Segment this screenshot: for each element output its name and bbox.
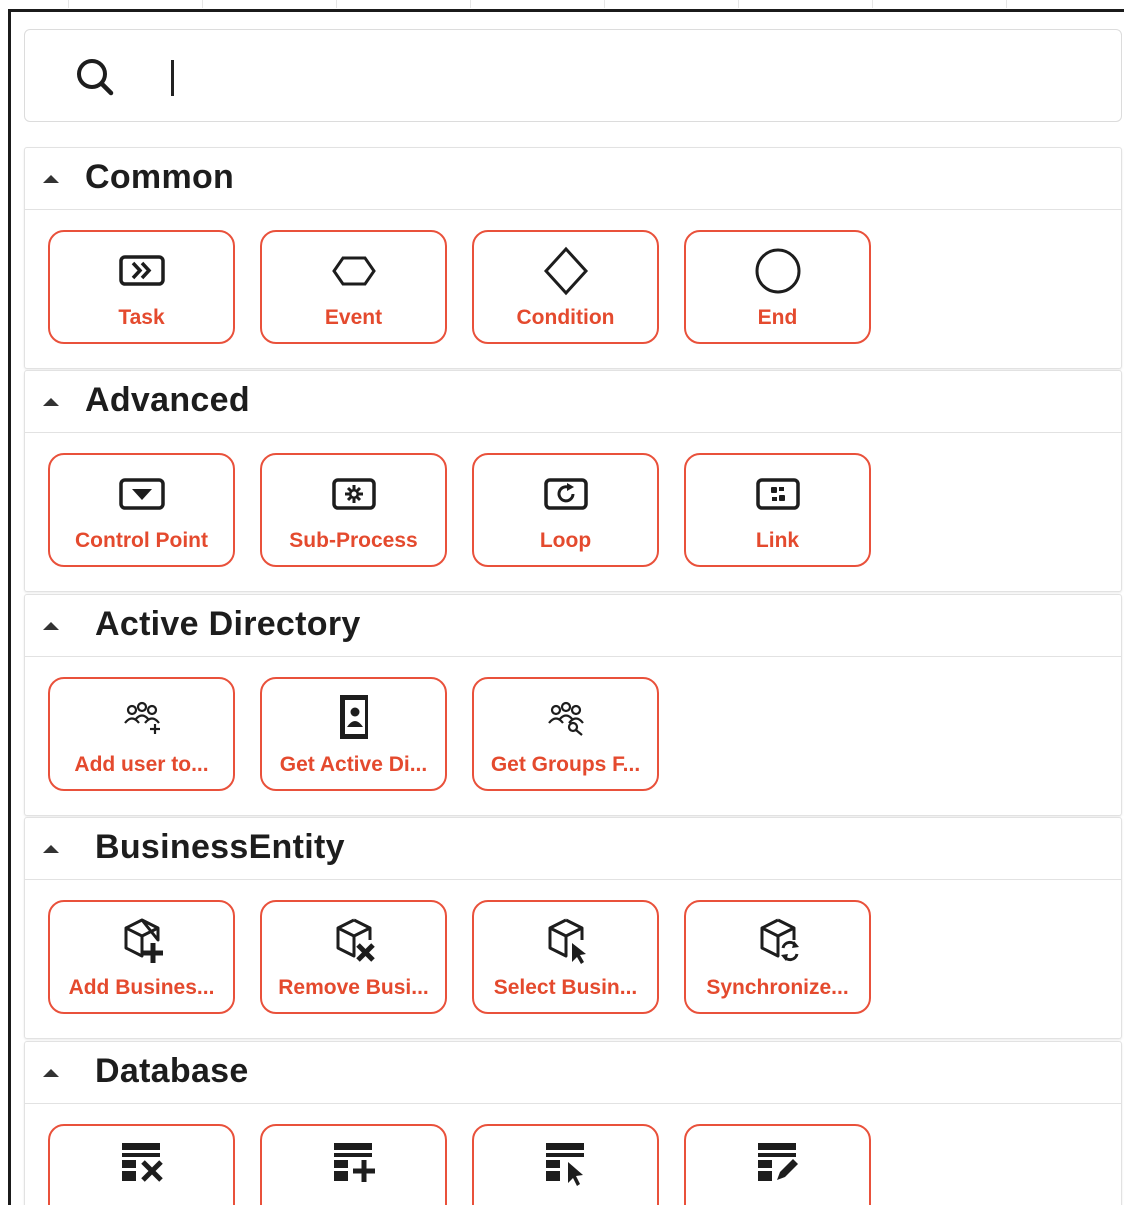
section-header-active-directory[interactable]: Active Directory: [25, 595, 1121, 657]
table-delete-icon: [117, 1140, 167, 1190]
collapse-caret-icon: [43, 845, 59, 853]
tile-label: Synchronize...: [706, 976, 849, 999]
search-group-icon: [541, 693, 591, 743]
tile-label: Control Point: [75, 529, 208, 552]
table-update-icon: [753, 1140, 803, 1190]
search-input[interactable]: [185, 50, 1085, 102]
cube-select-icon: [541, 916, 591, 966]
text-caret: [171, 60, 174, 96]
table-select-icon: [541, 1140, 591, 1190]
tile-label: Get Active Di...: [279, 753, 428, 776]
section-header-database[interactable]: Database: [25, 1042, 1121, 1104]
tile-select-rows[interactable]: [472, 1124, 659, 1205]
task-icon: [117, 246, 167, 296]
link-icon: [753, 469, 803, 519]
cube-add-icon: [117, 916, 167, 966]
section-header-advanced[interactable]: Advanced: [25, 371, 1121, 433]
tile-end[interactable]: End: [684, 230, 871, 344]
tile-label: Add user to...: [74, 753, 209, 776]
collapse-caret-icon: [43, 622, 59, 630]
search-box[interactable]: [24, 29, 1122, 122]
collapse-caret-icon: [43, 1069, 59, 1077]
cube-sync-icon: [753, 916, 803, 966]
tile-get-groups[interactable]: Get Groups F...: [472, 677, 659, 791]
tile-add-user-to-group[interactable]: Add user to...: [48, 677, 235, 791]
tile-label: End: [757, 306, 798, 329]
section-title: Advanced: [85, 381, 250, 419]
cube-remove-icon: [329, 916, 379, 966]
add-user-group-icon: [117, 693, 167, 743]
control-point-icon: [117, 469, 167, 519]
search-icon: [77, 59, 114, 96]
section-title: Database: [95, 1052, 249, 1090]
tile-condition[interactable]: Condition: [472, 230, 659, 344]
tile-label: Add Busines...: [68, 976, 215, 999]
directory-icon: [329, 693, 379, 743]
tile-loop[interactable]: Loop: [472, 453, 659, 567]
tile-label: Get Groups F...: [490, 753, 641, 776]
section-common: Common Task Event Condition End: [24, 147, 1122, 369]
tile-link[interactable]: Link: [684, 453, 871, 567]
collapse-caret-icon: [43, 398, 59, 406]
tile-add-business-entity[interactable]: Add Busines...: [48, 900, 235, 1014]
toolbox-panel: Common Task Event Condition End Advanced…: [8, 9, 1124, 1205]
section-business-entity: BusinessEntity Add Busines... Remove Bus…: [24, 817, 1122, 1039]
section-title: Active Directory: [95, 605, 361, 643]
tile-label: Select Busin...: [493, 976, 638, 999]
tile-select-business-entity[interactable]: Select Busin...: [472, 900, 659, 1014]
tile-label: Sub-Process: [289, 529, 418, 552]
tile-label: Event: [324, 306, 383, 329]
end-circle-icon: [753, 246, 803, 296]
tile-insert-row[interactable]: [260, 1124, 447, 1205]
tile-sub-process[interactable]: Sub-Process: [260, 453, 447, 567]
section-header-common[interactable]: Common: [25, 148, 1121, 210]
tile-synchronize[interactable]: Synchronize...: [684, 900, 871, 1014]
tile-remove-business-entity[interactable]: Remove Busi...: [260, 900, 447, 1014]
tile-label: Remove Busi...: [278, 976, 429, 999]
section-active-directory: Active Directory Add user to... Get Acti…: [24, 594, 1122, 816]
tile-label: Link: [755, 529, 800, 552]
tile-get-active-directory[interactable]: Get Active Di...: [260, 677, 447, 791]
event-hexagon-icon: [329, 246, 379, 296]
tile-label: Task: [118, 306, 165, 329]
sub-process-icon: [329, 469, 379, 519]
tile-label: Condition: [516, 306, 615, 329]
tile-label: Loop: [539, 529, 592, 552]
collapse-caret-icon: [43, 175, 59, 183]
tile-delete-row[interactable]: [48, 1124, 235, 1205]
tile-update-rows[interactable]: [684, 1124, 871, 1205]
tile-event[interactable]: Event: [260, 230, 447, 344]
section-title: Common: [85, 158, 235, 196]
table-insert-icon: [329, 1140, 379, 1190]
tile-control-point[interactable]: Control Point: [48, 453, 235, 567]
loop-icon: [541, 469, 591, 519]
section-header-business-entity[interactable]: BusinessEntity: [25, 818, 1121, 880]
tile-task[interactable]: Task: [48, 230, 235, 344]
section-title: BusinessEntity: [95, 828, 345, 866]
condition-diamond-icon: [541, 246, 591, 296]
section-database: Database: [24, 1041, 1122, 1205]
section-advanced: Advanced Control Point Sub-Process Loop …: [24, 370, 1122, 592]
